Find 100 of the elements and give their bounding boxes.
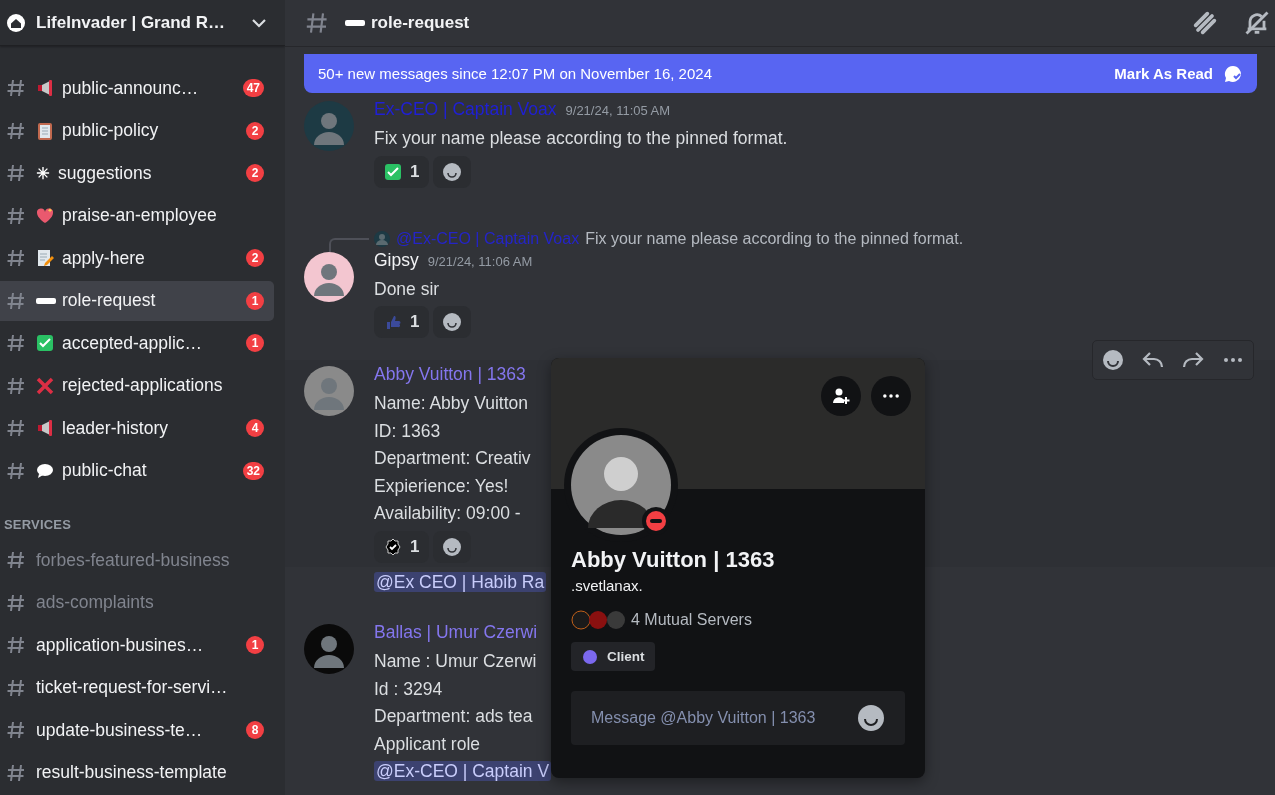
timestamp: 9/21/24, 11:05 AM (565, 103, 671, 118)
mark-as-read-link[interactable]: Mark As Read (1114, 65, 1213, 82)
hash-icon (6, 418, 26, 438)
house-icon (6, 12, 26, 33)
speech-bubble-icon (36, 461, 54, 480)
avatar[interactable] (304, 366, 354, 416)
smiley-icon (442, 161, 463, 182)
avatar (374, 230, 390, 247)
hash-icon (6, 205, 26, 226)
channel-item[interactable]: suggestions 2 (0, 153, 274, 193)
channel-item[interactable]: accepted-applic… 1 (0, 323, 274, 363)
hash-icon (6, 78, 26, 98)
message-text: Applicant role (374, 732, 482, 756)
channel-title: role-request (371, 13, 470, 33)
channel-item[interactable]: forbes-featured-business (0, 540, 274, 580)
more-icon (883, 394, 899, 398)
reaction[interactable]: 1 (374, 306, 430, 338)
username[interactable]: Abby Vuitton | 1363 (374, 364, 526, 385)
unread-count: 2 (246, 164, 264, 182)
mention[interactable]: @Ex CEO | Habib Ra (374, 571, 547, 592)
server-name: LifeInvader | Grand R… (36, 12, 226, 33)
hash-icon (6, 635, 26, 655)
channel-item[interactable]: ads-complaints (0, 582, 274, 623)
hash-icon (6, 290, 26, 311)
channel-item[interactable]: ticket-request-for-servi… (0, 667, 274, 708)
add-reaction-button[interactable] (433, 155, 472, 188)
bar-icon (36, 296, 56, 305)
hash-icon (6, 677, 26, 698)
smiley-icon (442, 312, 463, 332)
bar-icon (345, 19, 365, 27)
timestamp: 9/21/24, 11:06 AM (427, 253, 533, 269)
channel-item[interactable]: public-announc… 47 (0, 68, 274, 108)
banner-text: 50+ new messages since 12:07 PM on November 16, 2024 (318, 65, 713, 82)
cross-icon (36, 376, 54, 395)
thumbs-up-icon (384, 313, 402, 331)
channel-item[interactable]: update-business-te… 8 (0, 710, 274, 750)
mention[interactable]: @Ex-CEO | Captain V (374, 761, 552, 781)
hash-icon (6, 248, 26, 268)
hash-icon (6, 762, 26, 783)
emoji-icon[interactable] (857, 704, 885, 732)
message-text: Id : 3294 (374, 677, 444, 701)
hash-icon (6, 120, 26, 141)
megaphone-icon (36, 419, 54, 437)
message-text: Availability: 09:00 - (374, 502, 522, 525)
unread-count: 2 (246, 249, 264, 267)
channel-item[interactable]: public-chat 32 (0, 450, 274, 491)
message-field[interactable]: Message @Abby Vuitton | 1363 (571, 691, 905, 745)
channel-item[interactable]: rejected-applications (0, 365, 274, 406)
chevron-down-icon (251, 17, 267, 28)
category-label[interactable]: SERVICES (0, 493, 285, 540)
avatar[interactable] (304, 624, 354, 674)
clipboard-icon (36, 121, 54, 140)
unread-count: 47 (242, 79, 264, 97)
channel-item[interactable]: public-policy 2 (0, 110, 274, 151)
hash-icon (6, 550, 26, 570)
stripes-icon[interactable] (1191, 9, 1219, 37)
channel-item[interactable]: leader-history 4 (0, 408, 274, 448)
message-text: Expierience: Yes! (374, 474, 510, 498)
channel-item[interactable]: result-business-template (0, 752, 274, 793)
server-icons (571, 610, 627, 630)
check-badge-icon (384, 537, 402, 556)
add-reaction-button[interactable] (433, 306, 472, 338)
unread-count: 4 (246, 419, 264, 437)
message-text: Name : Umur Czerwi (374, 650, 538, 673)
unread-count: 2 (246, 121, 264, 140)
unread-count: 1 (246, 636, 264, 654)
avatar[interactable] (304, 251, 354, 302)
add-reaction-button[interactable] (433, 530, 472, 563)
hash-icon (6, 460, 26, 481)
hash-icon (6, 720, 26, 740)
display-name: Abby Vuitton | 1363 (571, 547, 776, 573)
add-user-icon (831, 386, 851, 406)
username: .svetlanax. (571, 577, 644, 594)
hash-icon (6, 333, 26, 353)
check-box-icon (384, 162, 402, 181)
channel-item[interactable]: application-busines… 1 (0, 625, 274, 665)
message-text: Name: Abby Vuitton (374, 392, 530, 415)
channel-item[interactable]: praise-an-employee (0, 195, 274, 236)
add-reaction-icon[interactable] (1101, 348, 1125, 372)
message-text: Department: Creativ (374, 447, 531, 470)
username[interactable]: Ballas | Umur Czerwi (374, 622, 538, 643)
channel-item[interactable]: role-request 1 (0, 280, 274, 321)
heart-icon (36, 206, 54, 225)
reaction[interactable]: 1 (374, 530, 430, 563)
new-messages-banner[interactable]: 50+ new messages since 12:07 PM on November 16, 2024 Mark As Read (304, 54, 1257, 93)
unread-count: 1 (246, 334, 264, 352)
message-text: Done sir (374, 277, 441, 301)
message-text: ID: 1363 (374, 419, 442, 443)
reply-text: Fix your name please according to the pinned format. (585, 229, 964, 248)
channel-item[interactable]: apply-here 2 (0, 238, 274, 278)
username[interactable]: Gipsy (374, 249, 419, 271)
mutual-servers-link[interactable]: 4 Mutual Servers (631, 611, 752, 629)
server-header[interactable]: LifeInvader | Grand R… (0, 0, 285, 46)
unread-count: 32 (242, 461, 264, 480)
muted-bell-icon[interactable] (1243, 9, 1271, 37)
message-text: Fix your name please according to the pinned format. (374, 127, 788, 150)
reaction[interactable]: 1 (374, 155, 430, 188)
chat-bubble-icon (1223, 63, 1243, 84)
hash-icon (305, 11, 329, 35)
unread-count: 1 (246, 291, 264, 310)
